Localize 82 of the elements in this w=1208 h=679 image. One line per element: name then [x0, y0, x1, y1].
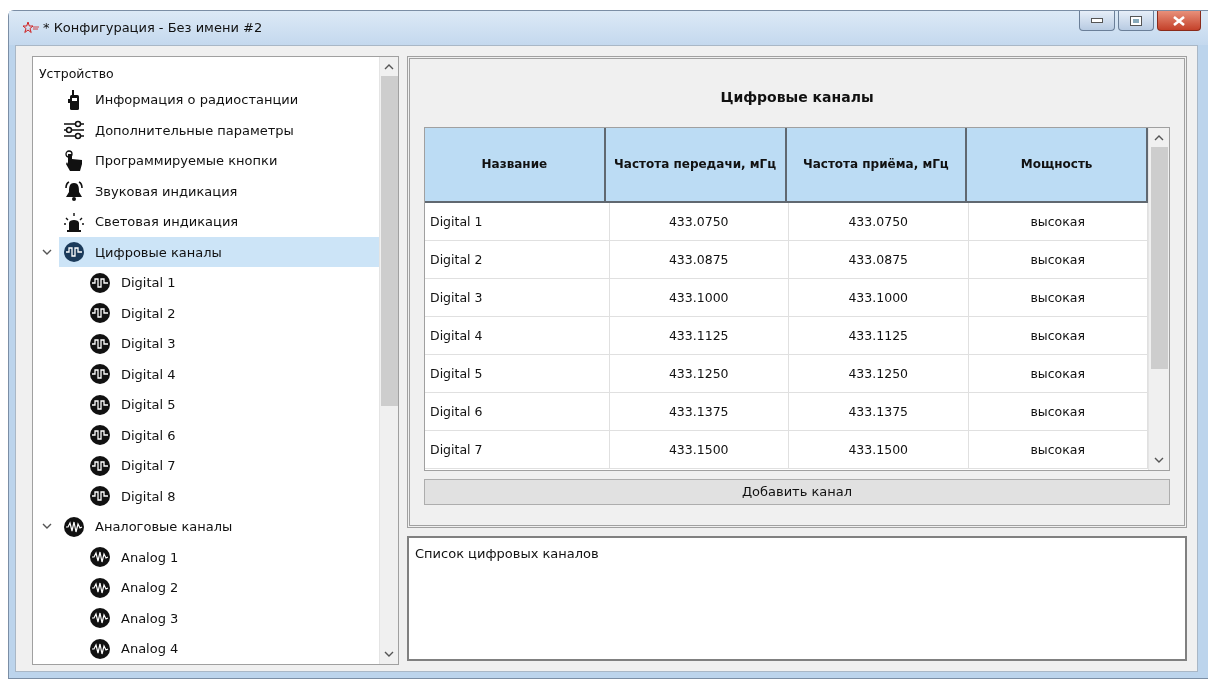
- minimize-icon: [1091, 18, 1103, 23]
- tree-item[interactable]: Analog 1: [85, 542, 379, 573]
- table-cell: 433.1125: [609, 316, 789, 355]
- tree-item[interactable]: Digital 4: [85, 359, 379, 390]
- table-cell: 433.0875: [609, 240, 789, 279]
- wave-icon: [89, 607, 111, 630]
- scrollbar[interactable]: [379, 56, 398, 664]
- beacon-icon: [63, 210, 85, 233]
- tree-item[interactable]: Программируемые кнопки: [59, 145, 379, 176]
- tree-item[interactable]: Digital 3: [85, 328, 379, 359]
- square-wave-icon: [89, 454, 111, 477]
- table-cell: 433.1250: [609, 354, 789, 393]
- tree-item[interactable]: Цифровые каналы: [59, 237, 379, 268]
- square-wave-icon: [89, 424, 111, 447]
- tree-item[interactable]: Световая индикация: [59, 206, 379, 237]
- collapse-chevron-icon[interactable]: [42, 523, 52, 531]
- table-cell: Digital 4: [425, 316, 610, 355]
- table-cell: 433.1500: [789, 430, 969, 469]
- table-cell: Digital 5: [425, 354, 610, 393]
- square-wave-icon: [89, 485, 111, 508]
- table-cell: 433.1125: [789, 316, 969, 355]
- table-cell: Digital 7: [425, 430, 610, 469]
- tree-item[interactable]: Analog 2: [85, 572, 379, 603]
- wave-icon: [89, 546, 111, 569]
- scroll-down-icon[interactable]: [384, 651, 394, 658]
- wave-icon: [63, 515, 85, 538]
- panel-title: Цифровые каналы: [719, 87, 875, 107]
- tree-item[interactable]: Analog 4: [85, 633, 379, 664]
- tree-item[interactable]: Analog 3: [85, 603, 379, 634]
- close-button[interactable]: [1157, 11, 1201, 31]
- column-header[interactable]: Частота приёма, мГц: [786, 127, 968, 203]
- column-header[interactable]: Мощность: [967, 127, 1148, 203]
- tree-item[interactable]: Digital 6: [85, 420, 379, 451]
- tree-item[interactable]: Digital 8: [85, 481, 379, 512]
- minimize-button[interactable]: [1079, 11, 1115, 31]
- table-cell: 433.1250: [789, 354, 969, 393]
- scroll-down-icon[interactable]: [1154, 456, 1164, 464]
- table-cell: 433.1000: [789, 278, 969, 317]
- table-cell: 433.1375: [789, 392, 969, 431]
- tree-item[interactable]: Digital 1: [85, 267, 379, 298]
- tree-item[interactable]: Аналоговые каналы: [59, 511, 379, 542]
- tree-item[interactable]: Digital 2: [85, 298, 379, 329]
- add-channel-button[interactable]: Добавить канал: [424, 478, 1170, 505]
- tree-item[interactable]: Digital 5: [85, 389, 379, 420]
- tree-item[interactable]: Звуковая индикация: [59, 176, 379, 207]
- maximize-icon: [1130, 15, 1142, 26]
- square-wave-icon: [89, 363, 111, 386]
- wave-icon: [89, 576, 111, 599]
- star-icon: [23, 21, 39, 34]
- column-header[interactable]: Название: [425, 127, 606, 203]
- wave-icon: [89, 637, 111, 660]
- tree-item[interactable]: Digital 7: [85, 450, 379, 481]
- scroll-up-icon[interactable]: [1154, 133, 1164, 141]
- table-cell: 433.1500: [609, 430, 789, 469]
- sliders-icon: [63, 119, 85, 142]
- table-cell: Digital 3: [425, 278, 610, 317]
- table-scrollbar[interactable]: [1148, 127, 1169, 470]
- maximize-button[interactable]: [1118, 11, 1154, 31]
- table-cell: 433.0875: [789, 240, 969, 279]
- description-text: Список цифровых каналов: [415, 545, 599, 561]
- scroll-up-icon[interactable]: [384, 62, 394, 70]
- square-wave-icon: [89, 332, 111, 355]
- square-wave-icon: [63, 241, 85, 264]
- table-cell: 433.0750: [789, 202, 969, 241]
- square-wave-icon: [89, 302, 111, 325]
- table-cell: Digital 1: [425, 202, 610, 241]
- table-cell: Digital 6: [425, 392, 610, 431]
- tree-item[interactable]: Дополнительные параметры: [59, 115, 379, 146]
- table-cell: Digital 2: [425, 240, 610, 279]
- close-icon: [1172, 15, 1186, 26]
- square-wave-icon: [89, 271, 111, 294]
- table-cell: 433.1375: [609, 392, 789, 431]
- square-wave-icon: [89, 393, 111, 416]
- pointing-hand-icon: [63, 149, 85, 172]
- table-cell: 433.1000: [609, 278, 789, 317]
- column-header[interactable]: Частота передачи, мГц: [605, 127, 787, 203]
- window-title: * Конфигурация - Без имени #2: [43, 20, 264, 36]
- tree-root-label[interactable]: Устройство: [33, 60, 379, 85]
- tree-item[interactable]: Информация о радиостанции: [59, 84, 379, 115]
- collapse-chevron-icon[interactable]: [42, 248, 52, 256]
- bell-icon: [63, 180, 85, 203]
- table-cell: 433.0750: [609, 202, 789, 241]
